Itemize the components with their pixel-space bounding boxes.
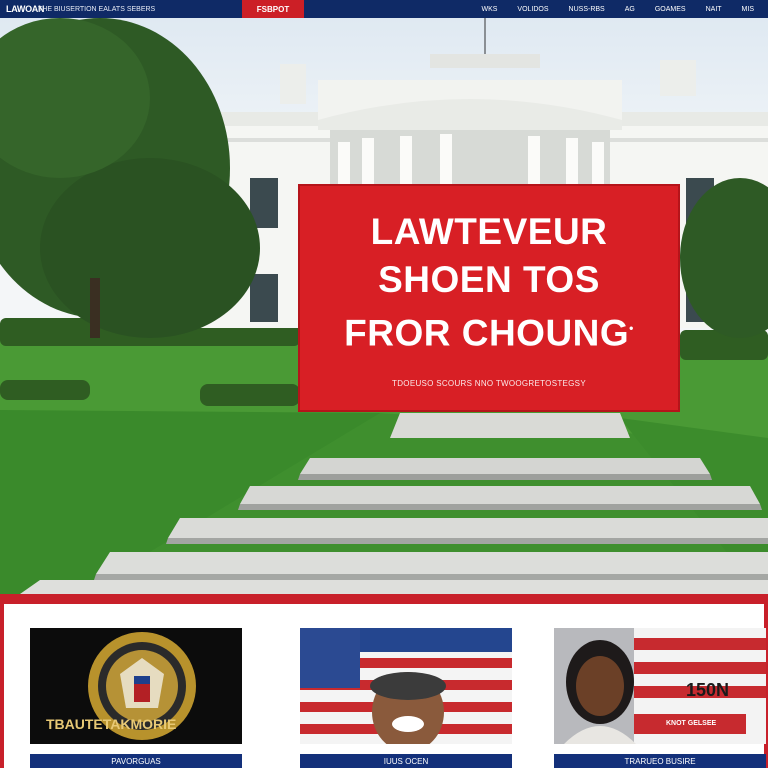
banner-headline-line-1: LAWTEVEUR bbox=[370, 210, 608, 252]
card-1-caption[interactable]: PAVORGUAS bbox=[30, 754, 242, 768]
card-1-overlay-text: TBAUTETAKMORIE bbox=[46, 716, 177, 732]
site-tagline: THE BIUSERTION EALATS SEBERS bbox=[38, 5, 156, 13]
banner-headline-line-3-text: FROR CHOUNG bbox=[344, 312, 630, 354]
card-3-caption[interactable]: TRARUEO BUSIRE bbox=[554, 754, 766, 768]
news-card-3[interactable]: 150N KNOT GELSEE TRARUEO BUSIRE bbox=[554, 628, 766, 768]
banner-headline-line-3: FROR CHOUNG• bbox=[344, 304, 634, 357]
nav-link-3[interactable]: NUSS-RBS bbox=[559, 6, 615, 13]
site-logo[interactable]: LAWOAN bbox=[0, 4, 45, 14]
card-3-image: 150N KNOT GELSEE bbox=[554, 628, 766, 744]
cards-section: TBAUTETAKMORIE PAVORGUAS IUUS OCEN 150N … bbox=[0, 594, 768, 768]
card-2-image bbox=[300, 628, 512, 744]
banner-subtext: TDOEUSO SCOURS NNO TWOOGRETOSTEGSY bbox=[392, 379, 586, 389]
card-1-image: TBAUTETAKMORIE bbox=[30, 628, 242, 744]
hero-section: LAWTEVEUR SHOEN TOS FROR CHOUNG• TDOEUSO… bbox=[0, 18, 768, 594]
nav-highlight-button[interactable]: FSBPOT bbox=[242, 0, 304, 18]
portrait-flag-icon bbox=[554, 628, 766, 744]
card-3-overlay-sub: KNOT GELSEE bbox=[666, 720, 717, 727]
nav-link-5[interactable]: GOAMES bbox=[645, 6, 696, 13]
nav-link-4[interactable]: AG bbox=[615, 6, 645, 13]
nav-link-7[interactable]: MIS bbox=[732, 6, 764, 13]
cards-container: TBAUTETAKMORIE PAVORGUAS IUUS OCEN 150N … bbox=[4, 604, 766, 768]
nav-link-2[interactable]: VOLIDOS bbox=[507, 6, 558, 13]
news-card-1[interactable]: TBAUTETAKMORIE PAVORGUAS bbox=[30, 628, 242, 768]
nav-links: WKS VOLIDOS NUSS-RBS AG GOAMES NAIT MIS bbox=[471, 6, 768, 13]
news-card-2[interactable]: IUUS OCEN bbox=[300, 628, 512, 768]
top-nav-bar: LAWOAN THE BIUSERTION EALATS SEBERS FSBP… bbox=[0, 0, 768, 18]
banner-mark: • bbox=[629, 320, 634, 335]
banner-headline-line-2: SHOEN TOS bbox=[378, 258, 600, 300]
nav-link-1[interactable]: WKS bbox=[471, 6, 507, 13]
hero-banner: LAWTEVEUR SHOEN TOS FROR CHOUNG• TDOEUSO… bbox=[298, 184, 680, 412]
flag-portrait-icon bbox=[300, 628, 512, 744]
nav-link-6[interactable]: NAIT bbox=[696, 6, 732, 13]
card-3-overlay-number: 150N bbox=[686, 680, 730, 700]
card-2-caption[interactable]: IUUS OCEN bbox=[300, 754, 512, 768]
